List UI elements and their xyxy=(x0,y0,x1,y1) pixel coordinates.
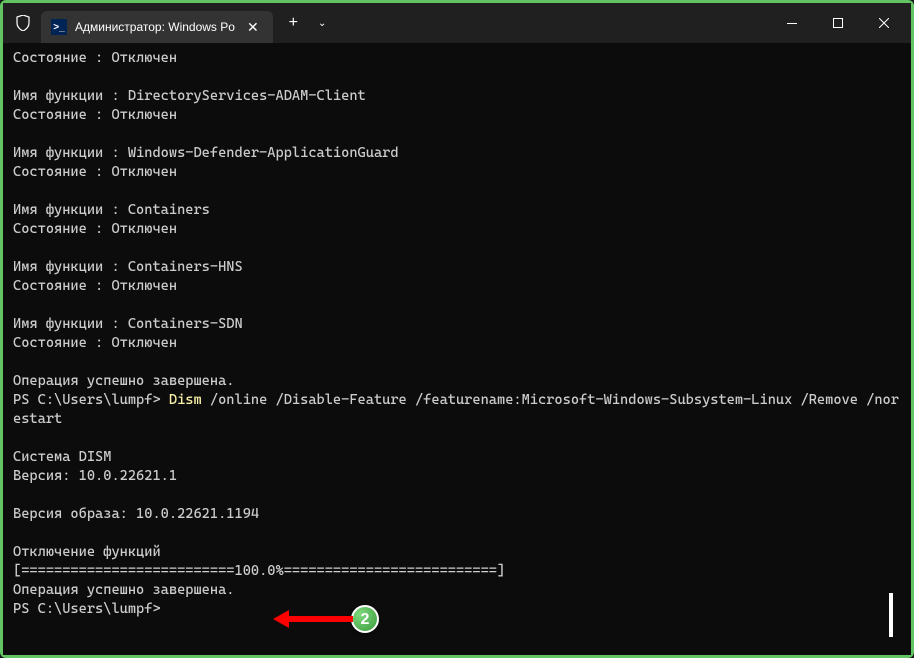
new-tab-button[interactable]: + xyxy=(279,10,308,36)
step-badge: 2 xyxy=(351,605,379,633)
powershell-icon: >_ xyxy=(51,19,67,35)
terminal-output[interactable]: Состояние : Отключен Имя функции : Direc… xyxy=(3,43,911,655)
annotation-overlay: 2 xyxy=(273,605,379,633)
title-bar: >_ Администратор: Windows Po ✕ + ⌄ xyxy=(3,3,911,43)
prompt-text: PS C:\Users\lumpf> xyxy=(13,392,169,408)
tab-powershell[interactable]: >_ Администратор: Windows Po ✕ xyxy=(41,11,273,43)
shield-icon xyxy=(15,15,31,31)
command-name: Dism xyxy=(169,392,202,408)
window-controls xyxy=(769,3,907,43)
minimize-button[interactable] xyxy=(769,3,815,43)
maximize-button[interactable] xyxy=(815,3,861,43)
arrow-icon xyxy=(273,610,353,628)
cursor-indicator xyxy=(889,593,893,637)
close-button[interactable] xyxy=(861,3,907,43)
tab-close-button[interactable]: ✕ xyxy=(243,17,263,38)
tab-dropdown-button[interactable]: ⌄ xyxy=(310,14,334,33)
final-prompt: PS C:\Users\lumpf> xyxy=(13,601,161,617)
tab-title: Администратор: Windows Po xyxy=(75,20,235,34)
